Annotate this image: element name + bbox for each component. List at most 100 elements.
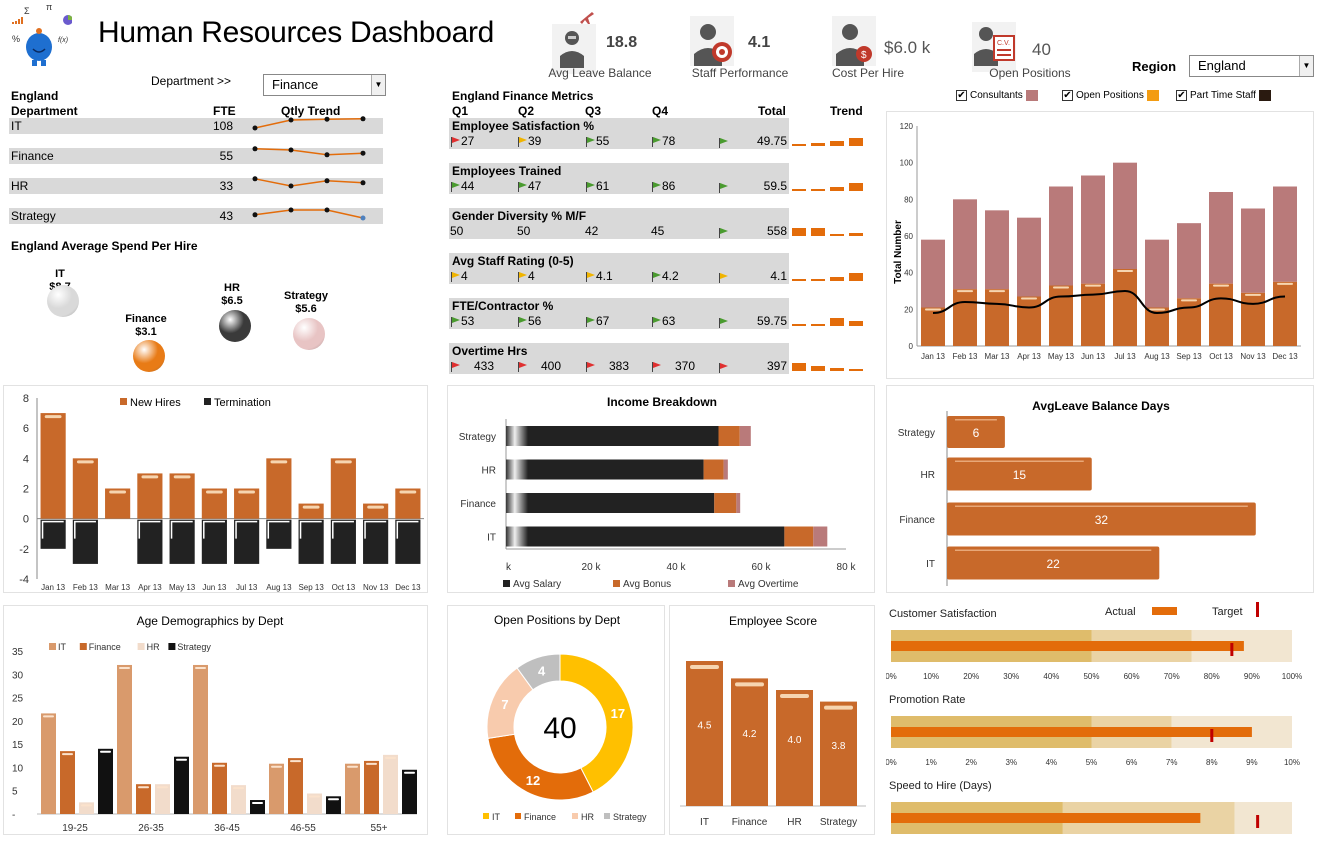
value: 4 bbox=[528, 269, 535, 283]
metric-q-value: 4.1 bbox=[585, 269, 613, 283]
x-tick-label: Sep 13 bbox=[298, 583, 324, 592]
bar-shine bbox=[955, 460, 1084, 462]
x-tick-label: 8% bbox=[1206, 758, 1218, 767]
bar-highlight bbox=[62, 753, 73, 756]
data-label: 6 bbox=[973, 426, 980, 440]
bar-avg-bonus bbox=[714, 493, 737, 513]
total-flag bbox=[718, 134, 729, 152]
bar-highlight bbox=[1117, 270, 1133, 272]
trend-bar bbox=[792, 189, 806, 191]
sparkline bbox=[252, 207, 366, 221]
metric-total: 59.75 bbox=[756, 314, 787, 328]
legend-swatch bbox=[503, 580, 510, 587]
dept-name: IT bbox=[11, 119, 22, 133]
metric-name: FTE/Contractor % bbox=[452, 299, 554, 313]
toggle-part-time-staff[interactable]: ✔ Part Time Staff bbox=[1176, 90, 1271, 101]
flag-icon bbox=[651, 361, 662, 372]
y-tick-label: 20 bbox=[12, 717, 24, 728]
x-tick-label: Aug 13 bbox=[1144, 352, 1170, 361]
bar-avg-overtime bbox=[813, 526, 828, 547]
flag-icon bbox=[450, 136, 461, 147]
value: 47 bbox=[528, 179, 542, 193]
bar-shine bbox=[955, 419, 997, 421]
x-tick-label: Aug 13 bbox=[266, 583, 292, 592]
legend-actual-label: Actual bbox=[1105, 606, 1136, 618]
bar-avg-bonus bbox=[703, 459, 724, 480]
data-label: 4.5 bbox=[698, 721, 712, 732]
region-dropdown[interactable]: England ▼ bbox=[1189, 55, 1314, 77]
kpi-open-positions: C.V. 40 Open Positions bbox=[960, 12, 1080, 82]
bar-highlight bbox=[119, 666, 130, 669]
x-tick-label: 4% bbox=[1046, 758, 1058, 767]
bar-highlight bbox=[334, 460, 352, 464]
kpi-label: Avg Leave Balance bbox=[548, 66, 652, 80]
sparkline-point bbox=[288, 147, 294, 153]
chevron-down-icon[interactable]: ▼ bbox=[371, 75, 385, 95]
bar-shine bbox=[506, 426, 528, 446]
bar-consultants bbox=[1017, 217, 1041, 297]
metric-name: Avg Staff Rating (0-5) bbox=[452, 254, 574, 268]
y-tick-label: 25 bbox=[12, 694, 24, 705]
flag-icon bbox=[450, 316, 461, 327]
x-tick-label: Mar 13 bbox=[105, 583, 130, 592]
trend-bar bbox=[849, 273, 863, 281]
fte-value: 55 bbox=[219, 149, 233, 163]
legend-label: Finance bbox=[524, 812, 556, 822]
chevron-down-icon[interactable]: ▼ bbox=[1299, 56, 1313, 76]
x-tick-label: Apr 13 bbox=[1017, 352, 1041, 361]
bar-termination bbox=[72, 519, 98, 564]
flag-icon bbox=[718, 227, 729, 238]
x-tick-label: 0% bbox=[886, 758, 897, 767]
metric-total: 59.5 bbox=[763, 179, 787, 193]
bar-highlight bbox=[385, 756, 396, 759]
data-label: 4 bbox=[538, 663, 546, 678]
x-tick-label: Strategy bbox=[820, 817, 857, 828]
legend-swatch bbox=[483, 813, 489, 819]
checkbox[interactable]: ✔ bbox=[1176, 90, 1187, 101]
bar-finance bbox=[212, 762, 227, 814]
bar-strategy bbox=[174, 756, 189, 814]
sparkline-point bbox=[360, 116, 366, 122]
sphere-label: Finance $3.1 bbox=[125, 313, 167, 338]
legend-swatch bbox=[515, 813, 521, 819]
kpi-value: 18.8 bbox=[606, 34, 638, 51]
x-tick-label: 6% bbox=[1126, 758, 1138, 767]
value: 45 bbox=[651, 224, 665, 238]
total-flag bbox=[718, 179, 729, 197]
bar-consultants bbox=[921, 239, 945, 308]
bullet-target-marker bbox=[1256, 815, 1260, 828]
checkbox[interactable]: ✔ bbox=[1062, 90, 1073, 101]
kpi-cost-per-hire: $ $6.0 k Cost Per Hire bbox=[820, 12, 940, 82]
page-title: Human Resources Dashboard bbox=[98, 16, 495, 49]
metric-total: 4.1 bbox=[770, 269, 787, 283]
department-dropdown[interactable]: Finance ▼ bbox=[263, 74, 386, 96]
metric-q-value: 67 bbox=[585, 314, 609, 328]
bar-highlight bbox=[176, 758, 187, 761]
sparkline-point bbox=[360, 215, 366, 221]
x-tick-label: 3% bbox=[1006, 758, 1018, 767]
bullet-actual-bar bbox=[891, 727, 1252, 737]
y-tick-label: 8 bbox=[23, 393, 29, 405]
x-tick-label: 50% bbox=[1083, 672, 1099, 681]
legend-swatch bbox=[728, 580, 735, 587]
person-target-icon bbox=[690, 16, 734, 66]
bar-open-positions bbox=[953, 289, 977, 346]
toggle-consultants[interactable]: ✔ Consultants bbox=[956, 90, 1038, 101]
metric-total: 397 bbox=[766, 359, 787, 373]
toggle-open-positions[interactable]: ✔ Open Positions bbox=[1062, 90, 1159, 101]
bar-highlight bbox=[989, 290, 1005, 293]
x-tick-label: 100% bbox=[1282, 672, 1302, 681]
bar-highlight bbox=[100, 750, 111, 753]
flag-icon bbox=[718, 137, 729, 148]
y-tick-label: 6 bbox=[23, 423, 29, 435]
bar-avg-overtime bbox=[739, 426, 751, 446]
x-tick-label: 40% bbox=[1043, 672, 1059, 681]
checkbox[interactable]: ✔ bbox=[956, 90, 967, 101]
y-axis-title: Total Number bbox=[893, 220, 904, 284]
fte-header-department: Department bbox=[11, 104, 78, 118]
open-positions-chart: Open Positions by Dept 17 12 7 4 40 IT Finance H… bbox=[447, 605, 665, 835]
x-tick-label: Sep 13 bbox=[1176, 352, 1202, 361]
sparkline-point bbox=[324, 207, 330, 213]
bar-new-hires bbox=[72, 458, 98, 519]
leave-chart: AvgLeave Balance Days 6 Strategy 15 HR 32 Fina… bbox=[886, 385, 1314, 593]
